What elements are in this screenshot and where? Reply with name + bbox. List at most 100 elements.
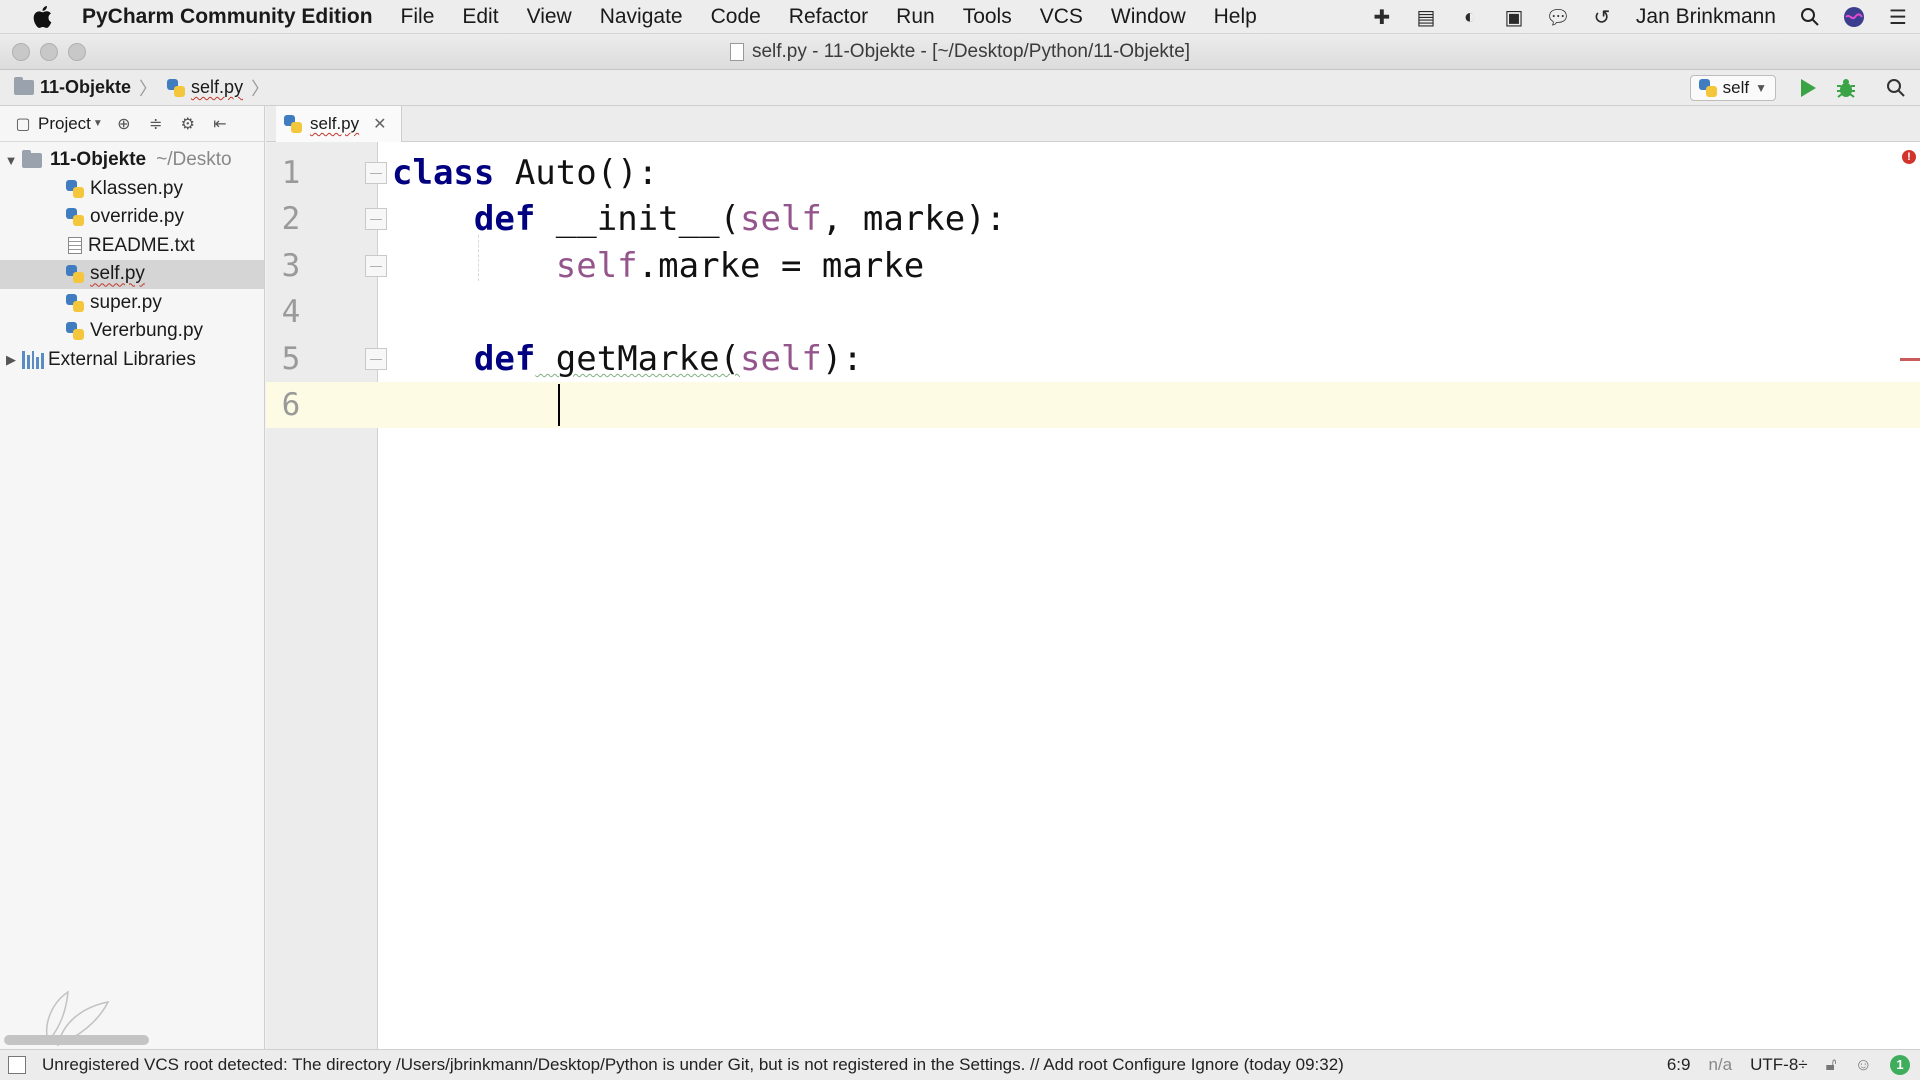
fold-marker-icon[interactable] [365, 208, 387, 230]
siri-icon[interactable] [1832, 0, 1876, 34]
menu-help[interactable]: Help [1200, 5, 1271, 29]
search-everywhere-button[interactable] [1880, 72, 1912, 104]
tree-file-item[interactable]: Vererbung.py [0, 317, 264, 346]
chevron-down-icon[interactable]: ▼ [93, 118, 103, 129]
search-icon [1887, 79, 1905, 97]
tree-file-label: override.py [90, 206, 184, 228]
inspector-icon[interactable]: ☺ [1855, 1055, 1872, 1075]
breadcrumb-project[interactable]: 11-Objekte [14, 77, 131, 98]
code-text: __init__( [535, 199, 741, 239]
tree-file-item[interactable]: README.txt [0, 232, 264, 261]
plus-cross-icon[interactable]: ✚ [1360, 0, 1404, 34]
window-titlebar: self.py - 11-Objekte - [~/Desktop/Python… [0, 34, 1920, 70]
project-view-select[interactable]: Project [38, 114, 91, 134]
zoom-window-button[interactable] [68, 43, 86, 61]
file-encoding[interactable]: UTF-8÷ [1750, 1055, 1808, 1075]
self-param: self [740, 199, 822, 239]
python-file-icon [1698, 79, 1717, 97]
status-bar: Unregistered VCS root detected: The dire… [0, 1049, 1920, 1080]
code-line-2: def __init__(self, marke): [392, 196, 1006, 242]
breadcrumb-file[interactable]: self.py [167, 77, 243, 98]
tree-file-item[interactable]: Klassen.py [0, 175, 264, 204]
vcs-notification-message[interactable]: Unregistered VCS root detected: The dire… [42, 1055, 1667, 1075]
screen-record-icon[interactable]: ▣ [1492, 0, 1536, 34]
menu-tools[interactable]: Tools [949, 5, 1026, 29]
chat-bubble-icon[interactable]: 💬︎ [1536, 0, 1580, 34]
lock-icon[interactable]: 🔓︎ [1826, 1055, 1837, 1075]
line-number: 4 [281, 294, 301, 330]
menu-window[interactable]: Window [1097, 5, 1200, 29]
collapse-all-icon[interactable]: ≑ [145, 113, 167, 135]
notification-center-icon[interactable]: ☰ [1876, 0, 1920, 34]
fold-marker-icon[interactable] [365, 348, 387, 370]
tree-file-label: README.txt [88, 234, 195, 256]
line-number: 6 [281, 387, 301, 423]
editor-tab-self-py[interactable]: self.py ✕ [276, 106, 402, 142]
code-line-5: def getMarke(self): [392, 336, 863, 382]
tool-windows-toggle-icon[interactable] [8, 1056, 26, 1074]
breadcrumb-separator: 〉 [139, 78, 158, 99]
line-separator[interactable]: n/a [1708, 1055, 1732, 1075]
debug-button[interactable] [1830, 72, 1862, 104]
error-indicator-icon[interactable]: ! [1902, 150, 1916, 164]
horizontal-scrollbar[interactable] [4, 1035, 149, 1045]
python-file-icon [284, 115, 302, 133]
menu-code[interactable]: Code [697, 5, 775, 29]
keyword: def [473, 199, 536, 239]
window-title-text: self.py - 11-Objekte - [~/Desktop/Python… [751, 40, 1191, 62]
tree-root-folder[interactable]: ▼ 11-Objekte ~/Deskto [0, 146, 264, 175]
tree-external-libraries[interactable]: ▶ External Libraries [0, 346, 264, 375]
library-icon [22, 350, 44, 369]
tree-file-label: Klassen.py [90, 177, 183, 199]
menu-file[interactable]: File [387, 5, 449, 29]
python-file-icon [66, 208, 84, 227]
text-cursor [558, 384, 560, 426]
tree-file-label: Vererbung.py [90, 320, 204, 342]
run-button[interactable] [1792, 72, 1824, 104]
hide-panel-icon[interactable]: ⇤ [209, 113, 231, 135]
window-controls [12, 43, 86, 61]
bug-icon [1837, 79, 1855, 98]
menu-vcs[interactable]: VCS [1026, 5, 1097, 29]
python-file-icon [66, 179, 84, 198]
line-number: 3 [281, 248, 301, 284]
leaf-icon[interactable]: ◐ [1448, 0, 1492, 34]
time-machine-icon[interactable]: ↺ [1580, 0, 1624, 34]
tree-file-item[interactable]: override.py [0, 203, 264, 232]
menu-refactor[interactable]: Refactor [775, 5, 882, 29]
menu-view[interactable]: View [513, 5, 586, 29]
tree-file-item-selected[interactable]: self.py [0, 260, 264, 289]
self-param: self [740, 339, 822, 379]
app-menu[interactable]: PyCharm Community Edition [82, 5, 373, 29]
close-window-button[interactable] [12, 43, 30, 61]
minimize-window-button[interactable] [40, 43, 58, 61]
project-tool-window: ▢ Project ▼ ⊕ ≑ ⚙ ⇤ ▼ 11-Objekte ~/Deskt… [0, 106, 265, 1049]
tab-label: self.py [310, 114, 360, 133]
user-name[interactable]: Jan Brinkmann [1624, 5, 1788, 29]
fold-marker-icon[interactable] [365, 255, 387, 277]
gear-icon[interactable]: ⚙ [177, 113, 199, 135]
spotlight-search-icon[interactable] [1788, 0, 1832, 34]
code-text: Auto(): [494, 153, 659, 193]
clipboard-icon[interactable]: ▤ [1404, 0, 1448, 34]
run-configuration-select[interactable]: self ▼ [1689, 75, 1776, 101]
menu-run[interactable]: Run [882, 5, 949, 29]
scroll-from-source-icon[interactable]: ⊕ [113, 113, 135, 135]
error-stripe-marker[interactable] [1900, 358, 1920, 361]
python-file-icon [66, 293, 84, 312]
menu-navigate[interactable]: Navigate [586, 5, 697, 29]
code-line-1: class Auto(): [392, 150, 658, 196]
status-bar-widgets: 6:9 n/a UTF-8÷ 🔓︎ ☺ 1 [1667, 1055, 1920, 1075]
event-log-badge[interactable]: 1 [1890, 1055, 1910, 1075]
caret-position[interactable]: 6:9 [1667, 1055, 1691, 1075]
fold-marker-icon[interactable] [365, 162, 387, 184]
expand-arrow-icon[interactable]: ▼ [0, 153, 22, 168]
tree-file-item[interactable]: super.py [0, 289, 264, 318]
line-number: 2 [281, 201, 301, 237]
menu-edit[interactable]: Edit [448, 5, 512, 29]
apple-icon[interactable] [22, 5, 62, 29]
code-line-3: self.marke = marke [392, 243, 924, 289]
close-tab-icon[interactable]: ✕ [373, 114, 386, 134]
editor-tab-bar: self.py ✕ [266, 106, 1920, 142]
expand-arrow-icon[interactable]: ▶ [0, 352, 22, 368]
